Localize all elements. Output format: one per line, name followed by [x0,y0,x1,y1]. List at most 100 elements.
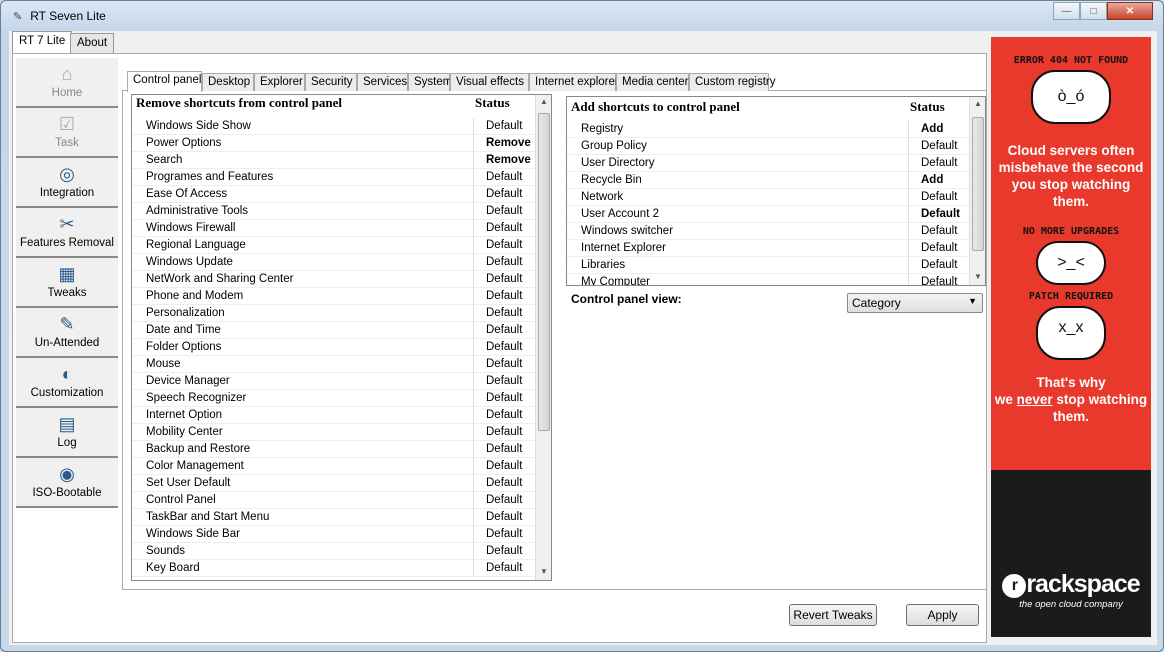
item-status: Default [473,254,522,270]
tab-services[interactable]: Services [357,73,408,91]
sidebar-item-log[interactable]: ▤ Log [16,408,118,458]
tab-system[interactable]: System [408,73,452,91]
list-row[interactable]: Color Management Default [132,458,535,475]
add-shortcuts-list[interactable]: Add shortcuts to control panel Status Re… [566,96,986,286]
list-row[interactable]: Windows Side Show Default [132,118,535,135]
ad-caption: PATCH REQUIRED [1028,291,1114,302]
maximize-button[interactable]: □ [1080,2,1107,20]
ad-text: That's why [1036,375,1106,390]
list-row[interactable]: Windows Update Default [132,254,535,271]
item-name: User Account 2 [581,208,659,220]
list-row[interactable]: Key Board Default [132,560,535,577]
list-title: Remove shortcuts from control panel [136,95,343,110]
tab-rt7lite[interactable]: RT 7 Lite [12,31,73,54]
item-name: Power Options [146,137,222,149]
sidebar-item-un-attended[interactable]: ✎ Un-Attended [16,308,118,358]
ad-caption: NO MORE UPGRADES [1022,226,1120,237]
list-row[interactable]: Search Remove [132,152,535,169]
tab-desktop[interactable]: Desktop [202,73,254,91]
item-status: Default [473,118,522,134]
list-row[interactable]: Speech Recognizer Default [132,390,535,407]
list-row[interactable]: Windows Side Bar Default [132,526,535,543]
list-row[interactable]: Phone and Modem Default [132,288,535,305]
list-row[interactable]: Ease Of Access Default [132,186,535,203]
item-name: NetWork and Sharing Center [146,273,294,285]
item-status: Default [908,155,957,171]
status-header: Status [910,99,945,114]
list-row[interactable]: Sounds Default [132,543,535,560]
sidebar-item-home[interactable]: ⌂ Home [16,58,118,108]
list-row[interactable]: User Directory Default [567,155,969,172]
tab-visual-effects[interactable]: Visual effects [450,73,529,91]
minimize-button[interactable]: — [1053,2,1080,20]
item-name: Mouse [146,358,181,370]
ad-tagline: the open cloud company [1019,599,1123,610]
apply-button[interactable]: Apply [906,604,979,626]
close-button[interactable]: ✕ [1107,2,1153,20]
scrollbar[interactable]: ▲ ▼ [969,97,985,285]
remove-shortcuts-list[interactable]: Remove shortcuts from control panel Stat… [131,94,552,581]
item-status: Default [908,189,957,205]
item-status: Default [473,441,522,457]
list-row[interactable]: Device Manager Default [132,373,535,390]
list-row[interactable]: User Account 2 Default [567,206,969,223]
task-icon: ☑ [58,113,76,134]
sidebar-item-customization[interactable]: ◐ Customization [16,358,118,408]
list-row[interactable]: Windows switcher Default [567,223,969,240]
rackspace-ad[interactable]: ERROR 404 NOT FOUND ò_ó Cloud servers of… [991,37,1151,637]
sidebar-item-iso-bootable[interactable]: ◉ ISO-Bootable [16,458,118,508]
list-row[interactable]: Control Panel Default [132,492,535,509]
list-row[interactable]: NetWork and Sharing Center Default [132,271,535,288]
list-row[interactable]: Registry Add [567,121,969,138]
list-row[interactable]: Mobility Center Default [132,424,535,441]
sidebar-item-task[interactable]: ☑ Task [16,108,118,158]
list-row[interactable]: Date and Time Default [132,322,535,339]
angry-cloud-icon: ò_ó [1031,70,1111,124]
list-row[interactable]: Administrative Tools Default [132,203,535,220]
list-row[interactable]: Backup and Restore Default [132,441,535,458]
list-row[interactable]: Programes and Features Default [132,169,535,186]
tab-about[interactable]: About [70,33,115,53]
list-row[interactable]: Internet Option Default [132,407,535,424]
tab-custom-registry[interactable]: Custom registry [689,73,776,91]
list-row[interactable]: Mouse Default [132,356,535,373]
list-row[interactable]: Folder Options Default [132,339,535,356]
list-row[interactable]: Power Options Remove [132,135,535,152]
sidebar-item-integration[interactable]: ◎ Integration [16,158,118,208]
list-row[interactable]: Libraries Default [567,257,969,274]
list-row[interactable]: My Computer Default [567,274,969,285]
item-status: Default [473,305,522,321]
list-row[interactable]: TaskBar and Start Menu Default [132,509,535,526]
list-row[interactable]: Group Policy Default [567,138,969,155]
sidebar-item-features-removal[interactable]: ✂ Features Removal [16,208,118,258]
item-status: Remove [473,152,531,168]
tab-control-panel[interactable]: Control panel [127,71,202,92]
tab-media-center[interactable]: Media center [616,73,689,91]
item-name: Backup and Restore [146,443,251,455]
revert-tweaks-button[interactable]: Revert Tweaks [789,604,877,626]
tab-internet-explorer[interactable]: Internet explorer [529,73,619,91]
control-panel-view-select[interactable]: Category ▼ [847,293,983,313]
sidebar-item-label: Tweaks [47,287,87,299]
rackspace-logo: r rackspace [991,570,1151,599]
list-row[interactable]: Regional Language Default [132,237,535,254]
item-name: Ease Of Access [146,188,228,200]
tab-explorer[interactable]: Explorer [254,73,305,91]
list-row[interactable]: Internet Explorer Default [567,240,969,257]
list-row[interactable]: Personalization Default [132,305,535,322]
list-row[interactable]: Recycle Bin Add [567,172,969,189]
list-row[interactable]: Windows Firewall Default [132,220,535,237]
list-row[interactable]: Network Default [567,189,969,206]
list-row[interactable]: Set User Default Default [132,475,535,492]
item-status: Default [473,560,522,576]
item-status: Default [473,186,522,202]
item-status: Default [473,390,522,406]
tab-security[interactable]: Security [305,73,357,91]
item-status: Default [473,492,522,508]
scrollbar[interactable]: ▲ ▼ [535,95,551,580]
item-name: Sounds [146,545,186,557]
sidebar-item-label: Integration [39,187,95,199]
title-bar: ✎ RT Seven Lite [13,9,106,23]
sidebar-item-tweaks[interactable]: ▦ Tweaks [16,258,118,308]
item-name: Color Management [146,460,244,472]
